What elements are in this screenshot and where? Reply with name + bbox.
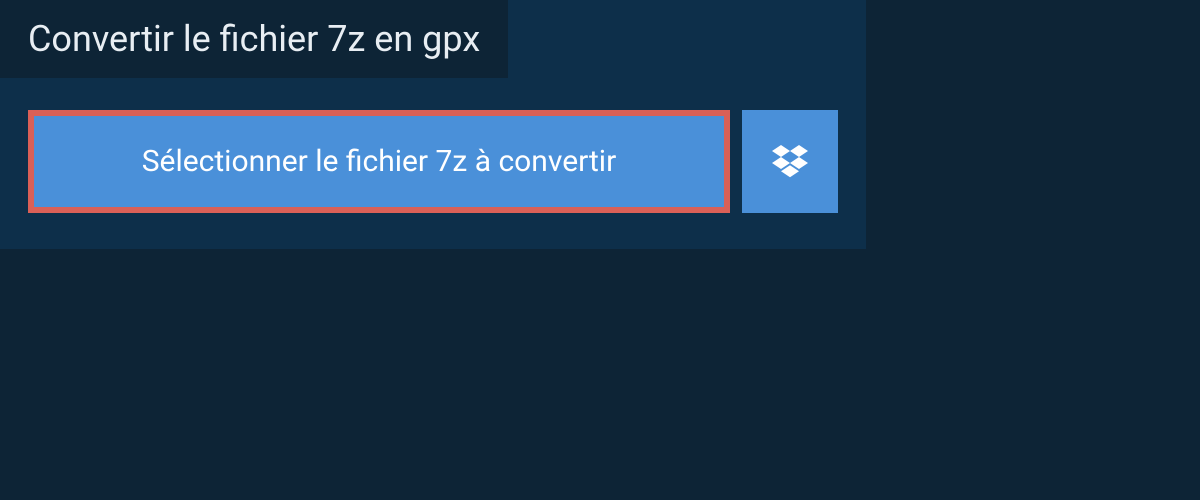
converter-panel: Convertir le fichier 7z en gpx Sélection…	[0, 0, 866, 249]
button-area: Sélectionner le fichier 7z à convertir	[0, 78, 866, 249]
title-bar: Convertir le fichier 7z en gpx	[0, 0, 508, 78]
dropbox-button[interactable]	[742, 110, 838, 213]
dropbox-icon	[772, 142, 808, 182]
page-title: Convertir le fichier 7z en gpx	[28, 18, 480, 60]
select-file-button[interactable]: Sélectionner le fichier 7z à convertir	[28, 110, 730, 213]
select-file-label: Sélectionner le fichier 7z à convertir	[142, 144, 617, 179]
